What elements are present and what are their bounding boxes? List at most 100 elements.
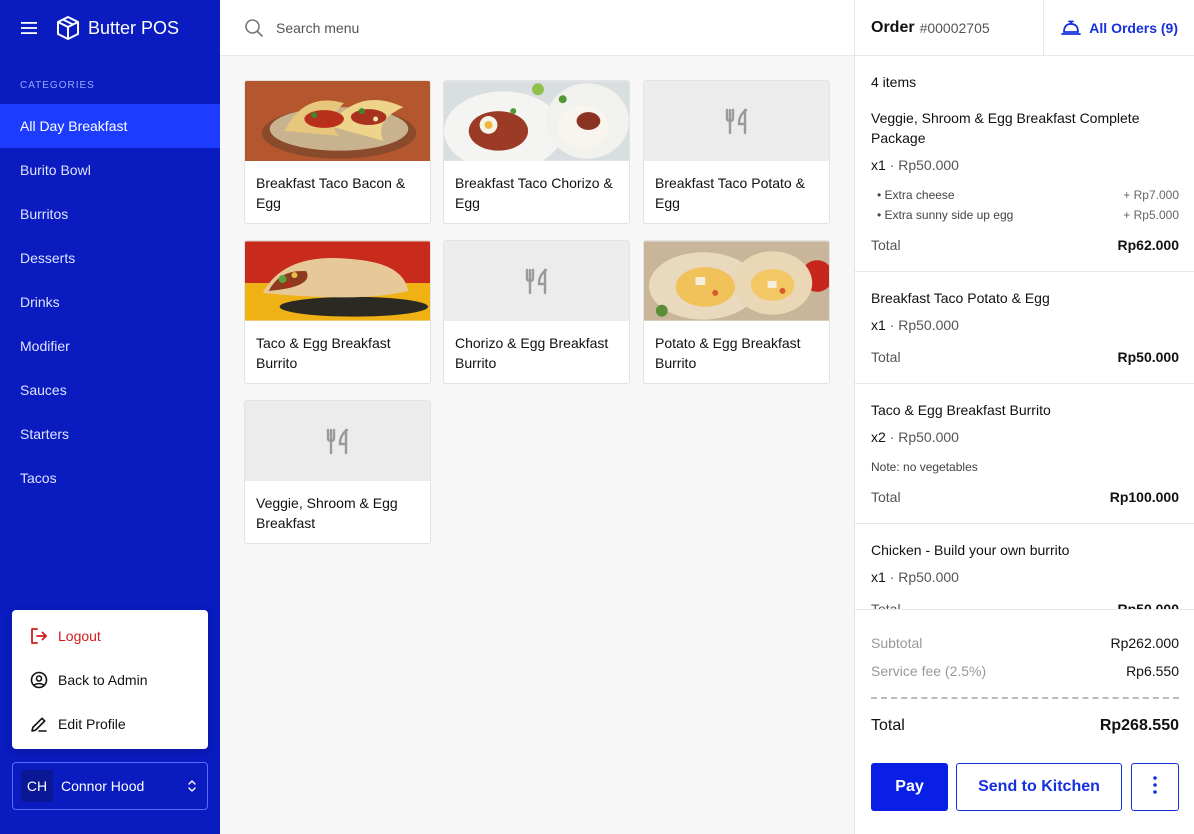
menu-item-name: Veggie, Shroom & Egg Breakfast <box>256 495 398 531</box>
order-item-qty-price: x1 · Rp50.000 <box>871 569 959 585</box>
taco-bacon-egg-photo <box>245 81 430 161</box>
order-item-qty: x1 <box>871 569 886 585</box>
fork-knife-placeholder-icon <box>444 241 629 321</box>
order-item-name: Veggie, Shroom & Egg Breakfast Complete … <box>871 110 1140 146</box>
order-item-qty-price: x1 · Rp50.000 <box>871 317 959 333</box>
order-item-qty: x2 <box>871 429 886 445</box>
pencil-icon <box>30 715 48 733</box>
order-item-total-value: Rp50.000 <box>1117 349 1179 365</box>
order-label: Order <box>871 18 915 36</box>
cloche-icon <box>1061 19 1082 37</box>
menu-item-name: Breakfast Taco Potato & Egg <box>655 175 805 211</box>
order-line-item[interactable]: Breakfast Taco Potato & Egg x1 · Rp50.00… <box>855 272 1194 384</box>
sidebar: Butter POS CATEGORIES All Day Breakfast … <box>0 0 220 834</box>
edit-profile-label: Edit Profile <box>58 716 126 732</box>
order-line-item[interactable]: Veggie, Shroom & Egg Breakfast Complete … <box>855 56 1194 272</box>
dashed-divider <box>871 697 1179 699</box>
back-to-admin-label: Back to Admin <box>58 672 148 688</box>
order-item-modifier: • Extra sunny side up egg + Rp5.000 <box>877 208 1179 222</box>
order-item-modifier: • Extra cheese + Rp7.000 <box>877 188 1179 202</box>
logout-label: Logout <box>58 628 101 644</box>
hamburger-menu-icon[interactable] <box>20 14 40 42</box>
logout-menu-item[interactable]: Logout <box>12 614 208 658</box>
order-panel: Order #00002705 All Orders (9) 4 items V… <box>854 0 1194 834</box>
order-item-price: Rp50.000 <box>898 317 959 333</box>
sidebar-item-burritos[interactable]: Burritos <box>0 192 220 236</box>
sidebar-item-sauces[interactable]: Sauces <box>0 368 220 412</box>
brand: Butter POS <box>20 14 179 42</box>
modifier-price: + Rp5.000 <box>1123 208 1179 222</box>
fork-knife-placeholder-icon <box>644 81 829 161</box>
vertical-ellipsis-icon <box>1153 775 1157 799</box>
order-item-qty-price: x2 · Rp50.000 <box>871 429 959 445</box>
service-fee-label: Service fee (2.5%) <box>871 663 987 679</box>
order-item-qty: x1 <box>871 157 886 173</box>
menu-item-card[interactable]: Veggie, Shroom & Egg Breakfast <box>244 400 431 544</box>
menu-item-card[interactable]: Breakfast Taco Bacon & Egg <box>244 80 431 224</box>
sidebar-item-modifier[interactable]: Modifier <box>0 324 220 368</box>
order-item-price: Rp50.000 <box>898 157 959 173</box>
grand-total-row: Total Rp268.550 <box>871 717 1179 735</box>
sidebar-item-drinks[interactable]: Drinks <box>0 280 220 324</box>
modifier-name: Extra cheese <box>884 188 955 202</box>
menu-item-card[interactable]: Breakfast Taco Potato & Egg <box>643 80 830 224</box>
subtotal-row: Subtotal Rp262.000 <box>871 635 1179 651</box>
menu-item-name: Taco & Egg Breakfast Burrito <box>256 335 391 371</box>
order-item-total: Total Rp100.000 <box>871 489 1179 505</box>
order-header: Order #00002705 All Orders (9) <box>855 0 1194 56</box>
send-to-kitchen-button[interactable]: Send to Kitchen <box>956 763 1122 811</box>
menu-item-name: Breakfast Taco Chorizo & Egg <box>455 175 613 211</box>
order-item-total: Total Rp50.000 <box>871 601 1179 609</box>
box-logo-icon <box>56 14 80 42</box>
order-line-item[interactable]: Chicken - Build your own burrito x1 · Rp… <box>855 524 1194 609</box>
subtotal-label: Subtotal <box>871 635 923 651</box>
menu-item-card[interactable]: Chorizo & Egg Breakfast Burrito <box>443 240 630 384</box>
categories-heading: CATEGORIES <box>20 80 95 91</box>
order-item-total-value: Rp100.000 <box>1109 489 1179 505</box>
back-to-admin-menu-item[interactable]: Back to Admin <box>12 658 208 702</box>
profile-menu-popover: Logout Back to Admin Edit Profile <box>12 610 208 749</box>
sidebar-item-desserts[interactable]: Desserts <box>0 236 220 280</box>
taco-chorizo-egg-photo <box>444 81 629 161</box>
modifier-name: Extra sunny side up egg <box>884 208 1014 222</box>
chevron-up-down-icon <box>177 778 207 794</box>
menu-item-card[interactable]: Breakfast Taco Chorizo & Egg <box>443 80 630 224</box>
more-options-button[interactable] <box>1131 763 1179 811</box>
all-orders-button[interactable]: All Orders (9) <box>1044 0 1194 55</box>
avatar: CH <box>21 770 53 802</box>
grand-total-label: Total <box>871 717 905 734</box>
menu-item-card[interactable]: Taco & Egg Breakfast Burrito <box>244 240 431 384</box>
menu-item-name: Chorizo & Egg Breakfast Burrito <box>455 335 609 371</box>
sidebar-item-burito-bowl[interactable]: Burito Bowl <box>0 148 220 192</box>
search-icon <box>244 18 264 38</box>
order-summary: Subtotal Rp262.000 Service fee (2.5%) Rp… <box>855 609 1194 834</box>
service-fee-row: Service fee (2.5%) Rp6.550 <box>871 663 1179 679</box>
order-item-total-label: Total <box>871 237 901 253</box>
order-item-name: Breakfast Taco Potato & Egg <box>871 290 1050 306</box>
admin-user-icon <box>30 671 48 689</box>
edit-profile-menu-item[interactable]: Edit Profile <box>12 702 208 746</box>
order-line-item[interactable]: Taco & Egg Breakfast Burrito x2 · Rp50.0… <box>855 384 1194 524</box>
order-item-total-label: Total <box>871 349 901 365</box>
menu-item-card[interactable]: Potato & Egg Breakfast Burrito <box>643 240 830 384</box>
potato-egg-burrito-photo <box>644 241 829 321</box>
sidebar-item-tacos[interactable]: Tacos <box>0 456 220 500</box>
pay-button[interactable]: Pay <box>871 763 948 811</box>
sidebar-item-all-day-breakfast[interactable]: All Day Breakfast <box>0 104 220 148</box>
order-item-total-value: Rp62.000 <box>1117 237 1179 253</box>
fork-knife-placeholder-icon <box>245 401 430 481</box>
menu-item-name: Breakfast Taco Bacon & Egg <box>256 175 406 211</box>
order-item-qty-price: x1 · Rp50.000 <box>871 157 959 173</box>
app-name: Butter POS <box>88 17 180 38</box>
order-items-list: 4 items Veggie, Shroom & Egg Breakfast C… <box>855 56 1194 609</box>
subtotal-value: Rp262.000 <box>1110 635 1179 651</box>
search-input[interactable] <box>276 19 676 36</box>
user-switcher[interactable]: CH Connor Hood <box>12 762 208 810</box>
order-item-note: Note: no vegetables <box>871 460 978 474</box>
sidebar-item-starters[interactable]: Starters <box>0 412 220 456</box>
logout-icon <box>30 627 48 645</box>
menu-item-name: Potato & Egg Breakfast Burrito <box>655 335 801 371</box>
order-item-name: Chicken - Build your own burrito <box>871 542 1070 558</box>
order-item-total-label: Total <box>871 489 901 505</box>
taco-egg-burrito-photo <box>245 241 430 321</box>
